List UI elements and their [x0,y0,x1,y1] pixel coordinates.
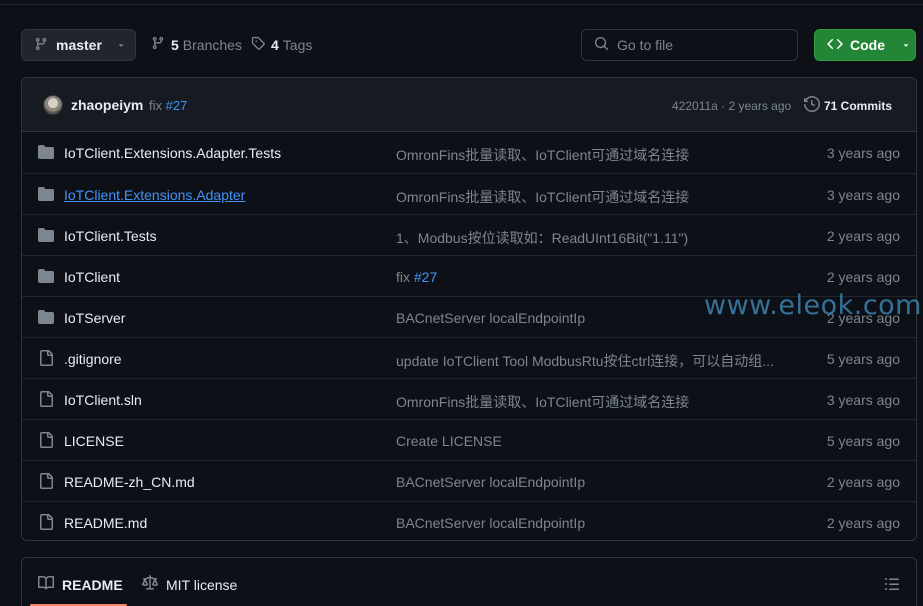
file-commit-age: 3 years ago [826,145,900,161]
file-commit-message[interactable]: update IoTClient Tool ModbusRtu按住ctrl连接，… [396,351,774,371]
file-commit-message[interactable]: fix #27 [396,269,437,285]
list-unordered-icon[interactable] [884,576,900,595]
tag-icon [251,36,265,53]
folder-icon [38,227,54,246]
file-commit-age: 2 years ago [826,228,900,244]
code-icon [827,36,843,55]
tab-license-label: MIT license [166,576,238,593]
commits-history-link[interactable]: 71 Commits [804,95,893,115]
file-commit-age: 3 years ago [826,187,900,203]
avatar[interactable] [43,95,63,115]
branch-label: master [56,37,102,53]
top-divider [0,4,923,5]
tags-link[interactable]: 4 Tags [251,36,312,53]
file-commit-message[interactable]: BACnetServer localEndpointIp [396,310,585,326]
folder-icon [38,144,54,163]
file-name-link[interactable]: LICENSE [64,433,124,449]
tab-license[interactable]: MIT license [142,575,237,594]
file-commit-age: 2 years ago [826,474,900,490]
file-commit-message[interactable]: BACnetServer localEndpointIp [396,474,585,490]
commits-count: 71 Commits [824,98,893,113]
file-commit-message[interactable]: OmronFins批量读取、IoTClient可通过域名连接 [396,145,689,165]
file-row[interactable]: README.md BACnetServer localEndpointIp 2 y… [22,501,916,540]
file-name-link[interactable]: IoTClient [64,269,120,285]
file-commit-message[interactable]: 1、Modbus按位读取如：ReadUInt16Bit("1.11") [396,228,688,248]
file-commit-message[interactable]: OmronFins批量读取、IoTClient可通过域名连接 [396,392,689,412]
file-row[interactable]: IoTClient.sln OmronFins批量读取、IoTClient可通过域… [22,378,916,419]
file-commit-message[interactable]: BACnetServer localEndpointIp [396,515,585,531]
search-input[interactable] [617,37,787,53]
branches-link[interactable]: 5 Branches [151,36,242,53]
file-icon [38,432,54,451]
file-commit-age: 2 years ago [826,515,900,531]
folder-icon [38,309,54,328]
law-icon [142,575,158,594]
tags-label: Tags [282,36,313,53]
file-commit-age: 3 years ago [826,392,900,408]
file-commit-age: 5 years ago [826,351,900,367]
branches-label: Branches [182,36,242,53]
branches-count: 5 [171,36,179,53]
chevron-down-icon [116,37,126,53]
file-icon [38,473,54,492]
commit-message[interactable]: fix #27 [149,98,187,113]
file-row[interactable]: IoTClient.Extensions.Adapter OmronFins批量读… [22,173,916,214]
branch-select-button[interactable]: master [21,29,136,61]
chevron-down-icon [901,37,911,53]
history-icon [804,95,821,115]
code-label: Code [850,37,885,53]
file-name-link[interactable]: README-zh_CN.md [64,474,195,490]
commit-pr-link[interactable]: #27 [166,98,188,113]
file-commit-message[interactable]: Create LICENSE [396,433,502,449]
tags-count: 4 [271,36,279,53]
file-commit-message[interactable]: OmronFins批量读取、IoTClient可通过域名连接 [396,187,689,207]
go-to-file-search[interactable] [581,29,798,61]
tab-readme[interactable]: README [38,575,123,594]
file-name-link[interactable]: IoTClient.Tests [64,228,157,244]
file-commit-age: 2 years ago [826,269,900,285]
readme-tab-bar: README MIT license [21,557,917,606]
git-branch-icon [151,36,165,53]
watermark: www.eleok.com [704,290,922,321]
folder-icon [38,268,54,287]
file-name-link[interactable]: IoTClient.Extensions.Adapter [64,187,245,203]
file-row[interactable]: README-zh_CN.md BACnetServer localEndpoin… [22,460,916,501]
search-icon [594,36,609,54]
file-icon [38,391,54,410]
file-name-link[interactable]: README.md [64,515,147,531]
file-commit-age: 5 years ago [826,433,900,449]
file-name-link[interactable]: IoTClient.Extensions.Adapter.Tests [64,145,281,161]
file-name-link[interactable]: IoTServer [64,310,125,326]
file-row[interactable]: IoTClient.Extensions.Adapter.Tests OmronF… [22,132,916,173]
book-icon [38,575,55,594]
file-row[interactable]: LICENSE Create LICENSE 5 years ago [22,419,916,460]
file-name-link[interactable]: IoTClient.sln [64,392,142,408]
code-button[interactable]: Code [814,29,916,61]
git-branch-icon [34,37,48,54]
file-name-link[interactable]: .gitignore [64,351,122,367]
commit-author[interactable]: zhaopeiym [71,97,143,113]
tab-readme-label: README [62,576,123,593]
file-row[interactable]: .gitignore update IoTClient Tool ModbusRt… [22,337,916,378]
latest-commit-bar: zhaopeiym fix #27 422011a · 2 years ago … [22,78,916,132]
file-row[interactable]: IoTClient.Tests 1、Modbus按位读取如：ReadUInt16B… [22,214,916,255]
file-rows: IoTClient.Extensions.Adapter.Tests OmronF… [22,132,916,540]
commit-hash-time[interactable]: 422011a · 2 years ago [672,99,791,113]
file-icon [38,514,54,533]
file-icon [38,350,54,369]
commit-pr-link[interactable]: #27 [414,269,437,285]
folder-icon [38,186,54,205]
